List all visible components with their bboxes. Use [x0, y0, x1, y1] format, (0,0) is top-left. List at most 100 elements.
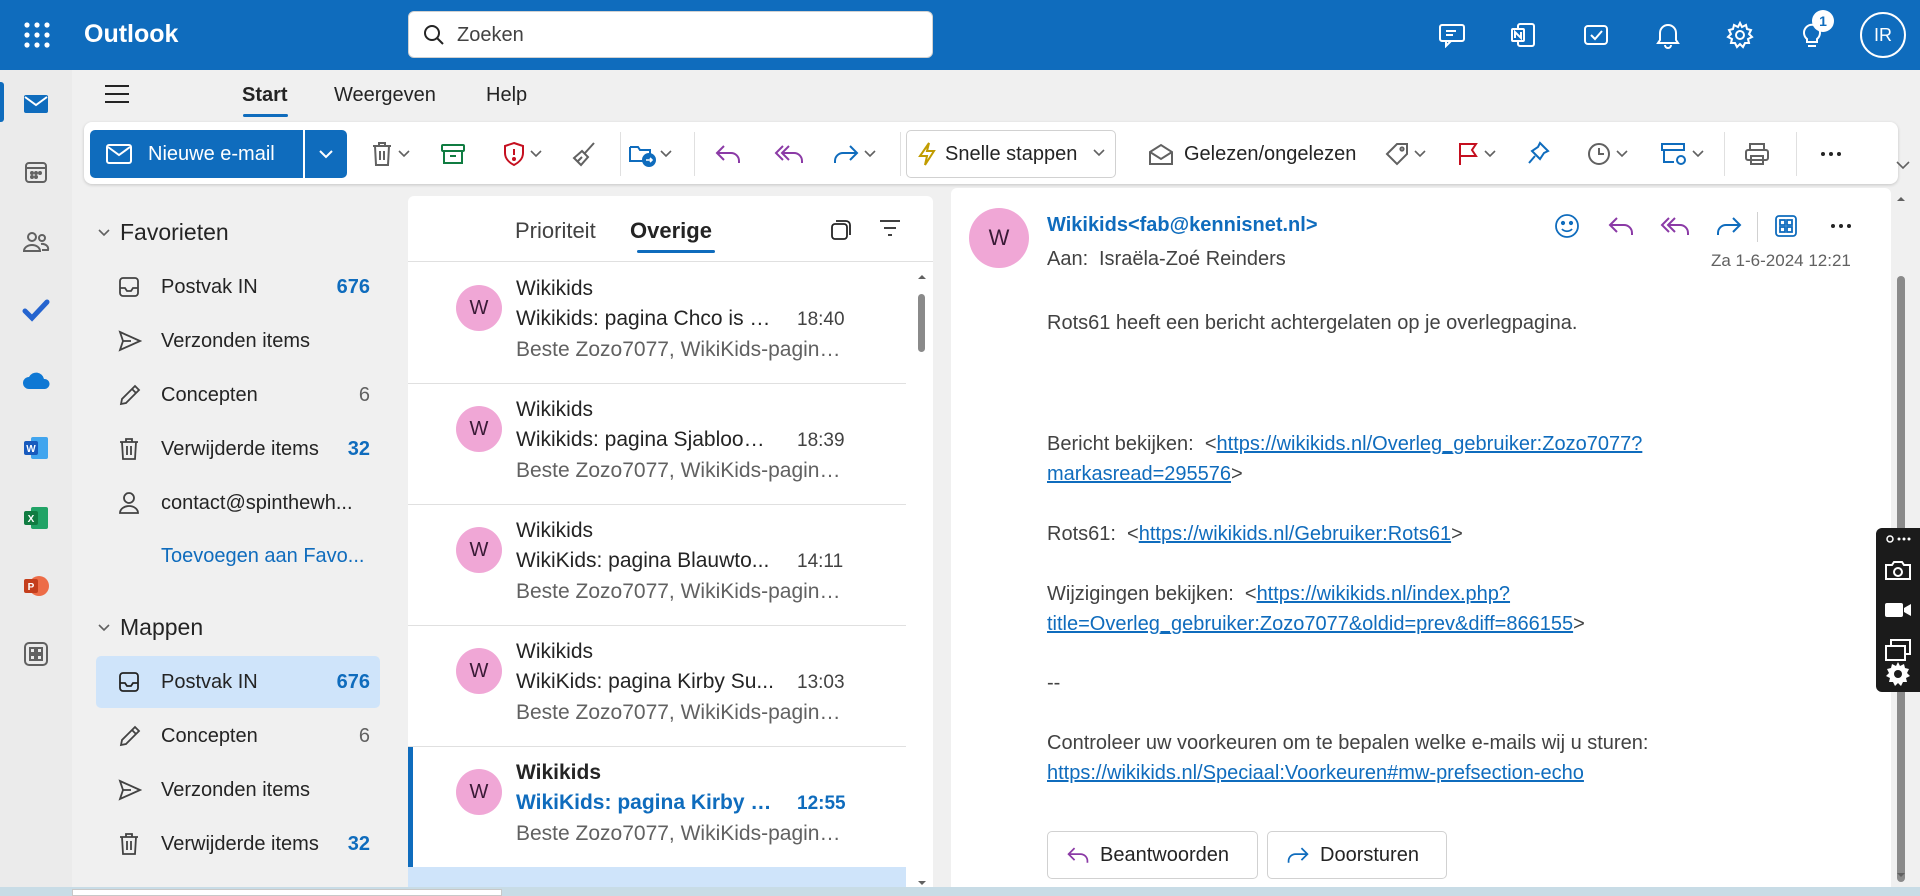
folder-item-drafts[interactable]: Concepten 6 — [96, 710, 380, 762]
chevron-down-icon[interactable] — [864, 150, 876, 158]
quick-steps-button[interactable]: Snelle stappen — [906, 130, 1116, 178]
mail-icon[interactable] — [18, 86, 54, 122]
tab-help[interactable]: Help — [486, 84, 527, 107]
pin-button[interactable] — [1526, 137, 1550, 171]
more-icon[interactable] — [1821, 206, 1861, 246]
favorites-header[interactable]: Favorieten — [98, 219, 229, 246]
view-message-link[interactable]: markasread=295576 — [1047, 463, 1231, 485]
onenote-icon[interactable] — [1505, 17, 1541, 53]
message-item[interactable]: W Wikikids WikiKids: pagina Blauwto... 1… — [408, 505, 906, 626]
video-icon[interactable] — [1882, 594, 1914, 626]
changes-link[interactable]: https://wikikids.nl/index.php? — [1257, 583, 1510, 605]
quick-steps-dropdown[interactable] — [1093, 137, 1105, 169]
hamburger-menu-icon[interactable] — [104, 84, 130, 104]
settings-gear-icon[interactable] — [1882, 658, 1914, 690]
more-options-button[interactable] — [1820, 137, 1842, 171]
folder-item-deleted[interactable]: Verwijderde items 32 — [96, 818, 380, 870]
archive-button[interactable] — [440, 137, 466, 171]
fav-item-sent[interactable]: Verzonden items — [96, 315, 380, 367]
changes-link[interactable]: title=Overleg_gebruiker:Zozo7077&oldid=p… — [1047, 613, 1573, 635]
flag-button[interactable] — [1456, 137, 1496, 171]
reply-button[interactable] — [714, 137, 742, 171]
todo-app-icon[interactable] — [18, 292, 54, 328]
tab-start[interactable]: Start — [242, 84, 288, 107]
scroll-up-icon[interactable] — [1891, 192, 1911, 206]
powerpoint-icon[interactable]: P — [18, 568, 54, 604]
recipient-name[interactable]: Israëla-Zoé Reinders — [1099, 248, 1286, 271]
app-launcher-icon[interactable] — [22, 20, 52, 50]
message-item[interactable]: W Wikikids Wikikids: pagina Chco is v...… — [408, 263, 906, 384]
chevron-down-icon[interactable] — [1484, 150, 1496, 158]
read-unread-button[interactable]: Gelezen/ongelezen — [1138, 137, 1356, 171]
people-icon[interactable] — [18, 224, 54, 260]
sender-avatar[interactable]: W — [969, 208, 1029, 268]
scroll-up-icon[interactable] — [911, 270, 933, 284]
message-list-scrollbar[interactable] — [911, 262, 933, 896]
more-apps-icon[interactable] — [18, 636, 54, 672]
app-title[interactable]: Outlook — [84, 20, 178, 49]
delete-button[interactable] — [370, 137, 410, 171]
tab-overige[interactable]: Overige — [630, 218, 712, 244]
new-mail-dropdown[interactable] — [305, 130, 347, 178]
fav-item-deleted[interactable]: Verwijderde items 32 — [96, 423, 380, 475]
preferences-link[interactable]: https://wikikids.nl/Speciaal:Voorkeuren#… — [1047, 762, 1584, 784]
folder-item-inbox[interactable]: Postvak IN 676 — [96, 656, 380, 708]
bell-icon[interactable] — [1650, 17, 1686, 53]
ribbon-collapse-icon[interactable] — [1896, 160, 1910, 170]
snooze-button[interactable] — [1586, 137, 1628, 171]
fav-item-contact[interactable]: contact@spinthewh... — [96, 477, 380, 529]
gear-icon[interactable] — [1722, 17, 1758, 53]
search-box[interactable] — [408, 11, 933, 58]
reply-button[interactable]: Beantwoorden — [1047, 831, 1258, 879]
user-link[interactable]: https://wikikids.nl/Gebruiker:Rots61 — [1139, 523, 1451, 545]
view-message-link[interactable]: https://wikikids.nl/Overleg_gebruiker:Zo… — [1217, 433, 1643, 455]
chevron-down-icon[interactable] — [398, 150, 410, 158]
chevron-down-icon[interactable] — [1616, 150, 1628, 158]
move-button[interactable] — [628, 137, 672, 171]
calendar-icon[interactable] — [18, 154, 54, 190]
scroll-down-icon[interactable] — [1891, 868, 1911, 882]
emoji-icon[interactable] — [1547, 206, 1587, 246]
chevron-down-icon[interactable] — [660, 150, 672, 158]
new-mail-button[interactable]: Nieuwe e-mail — [90, 130, 303, 178]
word-icon[interactable]: W — [18, 430, 54, 466]
search-input[interactable] — [457, 20, 917, 50]
tab-weergeven[interactable]: Weergeven — [334, 84, 436, 107]
print-button[interactable] — [1744, 137, 1770, 171]
filter-icon[interactable] — [878, 218, 902, 238]
add-to-favorites-link[interactable]: Toevoegen aan Favo... — [161, 545, 364, 568]
link-icon[interactable] — [1882, 528, 1914, 550]
chevron-down-icon[interactable] — [1414, 150, 1426, 158]
select-mode-icon[interactable] — [829, 218, 853, 242]
reply-all-icon[interactable] — [1655, 206, 1695, 246]
camera-icon[interactable] — [1882, 554, 1914, 586]
message-item[interactable]: W Wikikids WikiKids: pagina Kirby Su... … — [408, 626, 906, 747]
report-button[interactable] — [502, 137, 542, 171]
message-item-selected[interactable]: W Wikikids WikiKids: pagina Kirby S... 1… — [408, 747, 906, 868]
user-avatar[interactable]: IR — [1860, 12, 1906, 58]
folder-item-sent[interactable]: Verzonden items — [96, 764, 380, 816]
rules-button[interactable] — [1660, 137, 1704, 171]
forward-button[interactable]: Doorsturen — [1267, 831, 1447, 879]
sender-name[interactable]: Wikikids<fab@kennisnet.nl> — [1047, 214, 1318, 237]
forward-icon[interactable] — [1709, 206, 1749, 246]
fav-item-drafts[interactable]: Concepten 6 — [96, 369, 380, 421]
reply-all-button[interactable] — [774, 137, 804, 171]
todo-icon[interactable] — [1578, 17, 1614, 53]
tab-prioriteit[interactable]: Prioriteit — [515, 218, 596, 244]
chevron-down-icon[interactable] — [530, 150, 542, 158]
broom-icon — [572, 141, 598, 167]
forward-button[interactable] — [832, 137, 876, 171]
reply-icon[interactable] — [1601, 206, 1641, 246]
chat-icon[interactable] — [1434, 17, 1470, 53]
apps-icon[interactable] — [1766, 206, 1806, 246]
categorize-button[interactable] — [1384, 137, 1426, 171]
onedrive-icon[interactable] — [18, 362, 54, 398]
chevron-down-icon[interactable] — [1692, 150, 1704, 158]
message-item[interactable]: W Wikikids Wikikids: pagina Sjabloon:...… — [408, 384, 906, 505]
scrollbar-thumb[interactable] — [918, 294, 925, 352]
fav-item-inbox[interactable]: Postvak IN 676 — [96, 261, 380, 313]
folders-header[interactable]: Mappen — [98, 614, 203, 641]
sweep-button[interactable] — [572, 137, 598, 171]
excel-icon[interactable]: X — [18, 500, 54, 536]
